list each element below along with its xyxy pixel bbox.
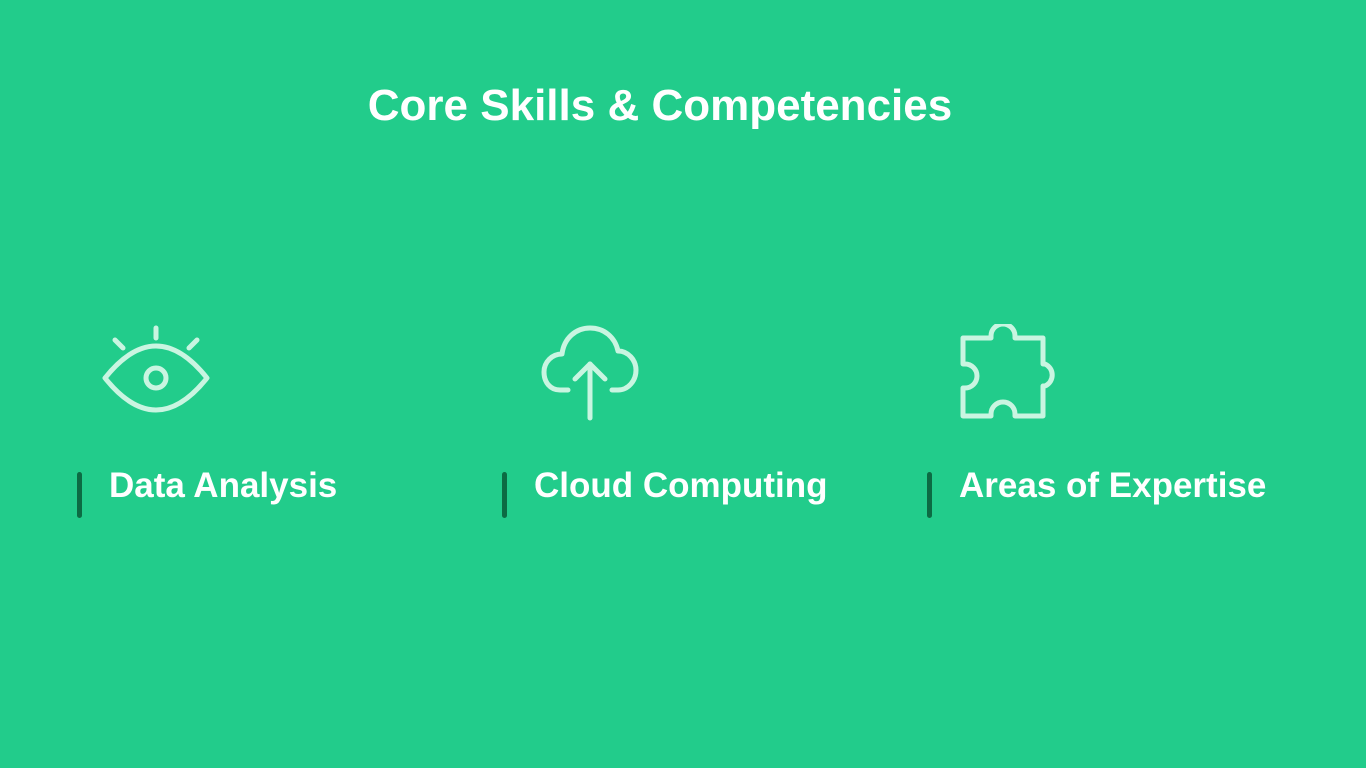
puzzle-piece-icon [957,324,1067,424]
accent-bar [927,472,932,518]
accent-bar [77,472,82,518]
slide-title: Core Skills & Competencies [367,81,953,130]
skill-label: Data Analysis [109,466,338,505]
accent-bar [502,472,507,518]
skill-label: Areas of Expertise [959,466,1267,505]
skill-card-areas-of-expertise: Areas of Expertise [927,324,1307,524]
skill-card-data-analysis: Data Analysis [77,324,457,524]
skill-card-cloud-computing: Cloud Computing [502,324,882,524]
skill-label: Cloud Computing [534,466,828,505]
eye-icon [101,324,211,424]
cloud-upload-icon [540,324,650,424]
slide: Core Skills & Competencies Data Analysis… [0,0,1366,768]
